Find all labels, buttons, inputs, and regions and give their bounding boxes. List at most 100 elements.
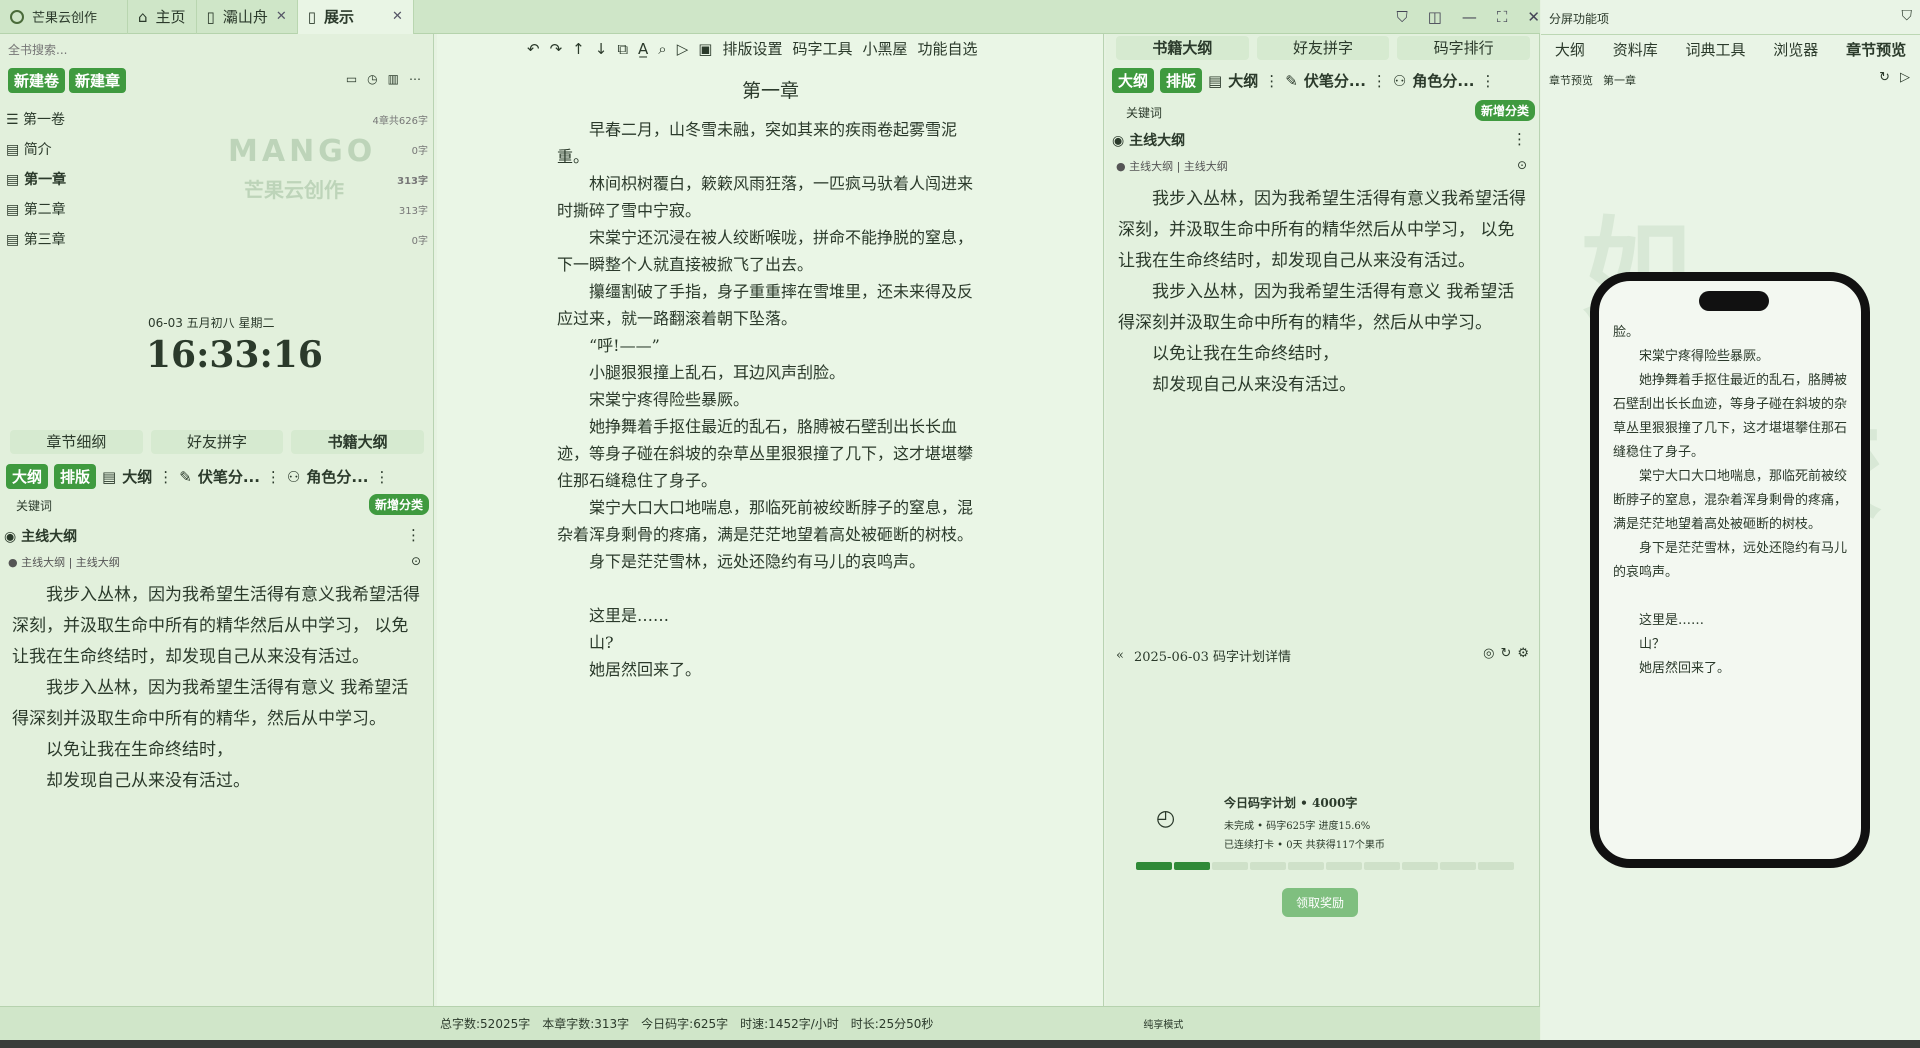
settings-icon[interactable]: ⊙ bbox=[411, 554, 421, 568]
keyword-label[interactable]: 关键词 bbox=[1126, 104, 1162, 121]
layout-button[interactable]: 排版 bbox=[1160, 68, 1203, 93]
tab-home[interactable]: ⌂ 主页 bbox=[128, 0, 197, 34]
big-outline-label[interactable]: 大纲 bbox=[122, 466, 152, 487]
main-outline-label: 主线大纲 bbox=[1129, 133, 1186, 149]
more-icon[interactable]: ⋮ bbox=[1264, 72, 1279, 90]
maximize-icon[interactable]: ⛶ bbox=[1497, 8, 1508, 26]
more-icon[interactable]: ⋮ bbox=[406, 526, 421, 544]
history-icon[interactable]: ◷ bbox=[367, 72, 377, 86]
tab-book-outline[interactable]: 书籍大纲 bbox=[291, 430, 425, 454]
refresh-icon[interactable]: ↻ bbox=[1879, 70, 1890, 85]
tab-book[interactable]: ▯ 灞山舟 ✕ bbox=[197, 0, 298, 34]
format-icon[interactable]: A̲ bbox=[638, 40, 648, 58]
close-icon[interactable]: ✕ bbox=[276, 9, 287, 24]
shirt-icon[interactable]: ⛉ bbox=[1396, 8, 1407, 26]
trash-icon[interactable]: ▥ bbox=[388, 72, 399, 86]
layout-icon[interactable]: ◫ bbox=[1428, 8, 1442, 26]
chapter-row[interactable]: ▤ 第三章 0字 bbox=[0, 224, 433, 254]
shirt-icon[interactable]: ⛉ bbox=[1902, 8, 1913, 24]
keyword-label[interactable]: 关键词 bbox=[16, 497, 52, 514]
foreshadow-label[interactable]: 伏笔分... bbox=[1304, 70, 1366, 91]
tab-outline[interactable]: 大纲 bbox=[1555, 39, 1585, 60]
folder-icon[interactable]: ▭ bbox=[346, 72, 357, 86]
play-icon[interactable]: ▷ bbox=[677, 40, 689, 58]
claim-reward-button[interactable]: 领取奖励 bbox=[1282, 888, 1359, 917]
outline-dropdown[interactable]: 大纲 bbox=[6, 464, 49, 489]
settings-icon[interactable]: ⚙ bbox=[1517, 646, 1529, 661]
tab-chapter-outline[interactable]: 章节细纲 bbox=[10, 430, 143, 454]
chapter-row[interactable]: ▤ 第二章 313字 bbox=[0, 194, 433, 224]
arrow-down-icon[interactable]: ↓ bbox=[595, 40, 608, 58]
close-window-icon[interactable]: ✕ bbox=[1527, 8, 1540, 26]
tab-home-label: 主页 bbox=[155, 8, 186, 26]
more-icon[interactable]: ⋮ bbox=[374, 468, 389, 486]
tab-showcase-label: 展示 bbox=[324, 8, 355, 26]
tab-dictionary[interactable]: 词典工具 bbox=[1685, 39, 1745, 60]
tab-chapter-preview[interactable]: 章节预览 bbox=[1846, 39, 1906, 60]
redo-icon[interactable]: ↷ bbox=[550, 40, 563, 58]
main-outline-title[interactable]: ◉ 主线大纲 bbox=[4, 526, 77, 546]
pure-mode-toggle[interactable]: 纯享模式 bbox=[1143, 1016, 1183, 1031]
tab-book-outline[interactable]: 书籍大纲 bbox=[1116, 36, 1249, 60]
tab-showcase[interactable]: ▯ 展示 ✕ bbox=[297, 0, 414, 34]
role-label[interactable]: 角色分... bbox=[306, 466, 368, 487]
copy-icon[interactable]: ⧉ bbox=[617, 40, 628, 58]
tab-friend-pk[interactable]: 好友拼字 bbox=[1256, 36, 1390, 60]
tab-friend-pk[interactable]: 好友拼字 bbox=[150, 430, 284, 454]
editor-paragraph: 棠宁大口大口地喘息，那临死前被绞断脖子的窒息，混杂着浑身剩骨的疼痛，满是茫茫地望… bbox=[557, 498, 974, 544]
more-icon[interactable]: ⋮ bbox=[1480, 72, 1495, 90]
new-chapter-button[interactable]: 新建章 bbox=[69, 68, 127, 93]
outline-paragraph: 我步入丛林，因为我希望生活得有意义我希望活得深刻，并汲取生命中所有的精华然后从中… bbox=[1118, 189, 1526, 271]
more-icon[interactable]: ⋯ bbox=[409, 72, 421, 86]
more-icon[interactable]: ⋮ bbox=[266, 468, 281, 486]
search-icon[interactable]: ⌕ bbox=[658, 40, 666, 58]
layout-button[interactable]: 排版 bbox=[54, 464, 97, 489]
outline-path-text: 主线大纲 | 主线大纲 bbox=[21, 556, 120, 569]
layout-settings-button[interactable]: 排版设置 bbox=[722, 38, 782, 59]
outline-dropdown[interactable]: 大纲 bbox=[1112, 68, 1155, 93]
collapse-icon[interactable]: « bbox=[1116, 648, 1124, 663]
editor-content[interactable]: 早春二月，山冬雪未融，突如其来的疾雨卷起雾雪泥重。 林间枳树覆白，簌簌风雨狂落，… bbox=[557, 116, 977, 683]
breadcrumb-chapter: 第一章 bbox=[1603, 74, 1636, 87]
outline-content[interactable]: 我步入丛林，因为我希望生活得有意义我希望活得深刻，并汲取生命中所有的精华然后从中… bbox=[0, 580, 433, 797]
add-category-button[interactable]: 新增分类 bbox=[368, 494, 429, 515]
mango-logo-icon bbox=[10, 9, 24, 24]
add-category-button[interactable]: 新增分类 bbox=[1474, 100, 1535, 121]
custom-features-button[interactable]: 功能自选 bbox=[917, 38, 977, 59]
save-icon[interactable]: ▣ bbox=[698, 40, 712, 58]
chapter-row[interactable]: ▤ 简介 0字 bbox=[0, 134, 433, 164]
chapter-word-count: 4章共626字 bbox=[372, 115, 428, 127]
typing-tools-button[interactable]: 码字工具 bbox=[792, 38, 852, 59]
arrow-up-icon[interactable]: ↑ bbox=[572, 40, 585, 58]
tab-library[interactable]: 资料库 bbox=[1613, 39, 1658, 60]
foreshadow-label[interactable]: 伏笔分... bbox=[198, 466, 260, 487]
play-icon[interactable]: ▷ bbox=[1900, 70, 1910, 85]
left-panel: MANGO 芒果云创作 新建卷 新建章 ▭ ◷ ▥ ⋯ ☰ 第一卷4章共626字… bbox=[0, 34, 434, 1006]
target-icon[interactable]: ◎ bbox=[1483, 646, 1494, 661]
progress-segment bbox=[1364, 862, 1400, 870]
tab-browser[interactable]: 浏览器 bbox=[1773, 39, 1818, 60]
editor-paragraph: 身下是茫茫雪林，远处还隐约有马儿的哀鸣声。 bbox=[589, 552, 926, 571]
minimize-icon[interactable]: — bbox=[1462, 8, 1477, 26]
search-input[interactable] bbox=[8, 40, 308, 60]
phone-content[interactable]: 脸。 宋棠宁疼得险些暴厥。 她挣舞着手抠住最近的乱石，胳膊被石壁刮出长长血迹，等… bbox=[1613, 321, 1857, 681]
phone-preview: 脸。 宋棠宁疼得险些暴厥。 她挣舞着手抠住最近的乱石，胳膊被石壁刮出长长血迹，等… bbox=[1590, 272, 1870, 868]
chapter-title[interactable]: 第一章 bbox=[437, 76, 1103, 103]
blackroom-button[interactable]: 小黑屋 bbox=[862, 38, 907, 59]
tab-typing-rank[interactable]: 码字排行 bbox=[1397, 36, 1531, 60]
undo-icon[interactable]: ↶ bbox=[527, 40, 540, 58]
chapter-row-active[interactable]: ▤ 第一章 313字 bbox=[0, 164, 433, 194]
outline-content[interactable]: 我步入丛林，因为我希望生活得有意义我希望活得深刻，并汲取生命中所有的精华然后从中… bbox=[1106, 184, 1539, 401]
more-icon[interactable]: ⋮ bbox=[1512, 130, 1527, 148]
new-volume-button[interactable]: 新建卷 bbox=[8, 68, 66, 93]
volume-row[interactable]: ☰ 第一卷 4章共626字 bbox=[0, 104, 433, 134]
settings-icon[interactable]: ⊙ bbox=[1517, 158, 1527, 172]
big-outline-label[interactable]: 大纲 bbox=[1228, 70, 1258, 91]
more-icon[interactable]: ⋮ bbox=[158, 468, 173, 486]
close-icon[interactable]: ✕ bbox=[392, 9, 403, 24]
chapter-name: 第一卷 bbox=[23, 112, 66, 128]
refresh-icon[interactable]: ↻ bbox=[1500, 646, 1511, 661]
role-label[interactable]: 角色分... bbox=[1412, 70, 1474, 91]
more-icon[interactable]: ⋮ bbox=[1372, 72, 1387, 90]
main-outline-title[interactable]: ◉ 主线大纲 bbox=[1112, 130, 1185, 150]
